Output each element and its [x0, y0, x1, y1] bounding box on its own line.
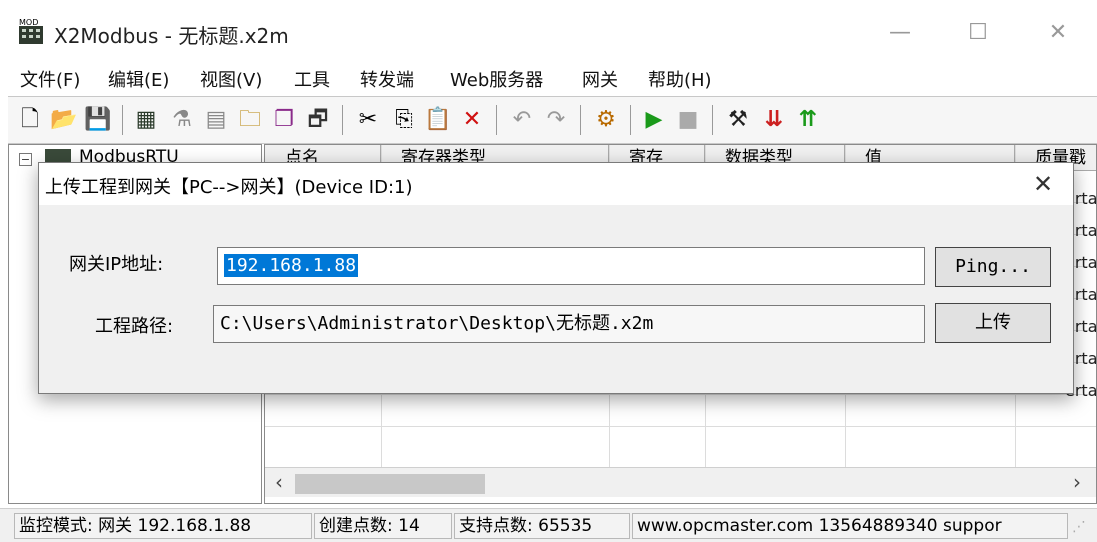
monitor-icon[interactable]: ⚙	[592, 105, 620, 135]
grid-row-line	[265, 394, 1096, 395]
menu-file[interactable]: 文件(F)	[20, 66, 80, 92]
load-icon[interactable]: ⇊	[760, 105, 788, 135]
toolbar-separator	[342, 105, 343, 135]
menu-view[interactable]: 视图(V)	[200, 66, 262, 92]
tools-icon[interactable]: ⚒	[724, 105, 752, 135]
resize-grip-icon[interactable]: ⋰	[1072, 519, 1092, 539]
properties-icon[interactable]: 🗗	[304, 105, 332, 135]
close-button[interactable]: ✕	[1043, 18, 1073, 48]
save-icon[interactable]: 💾	[84, 105, 112, 135]
menu-forwarder[interactable]: 转发端	[360, 66, 414, 92]
minimize-button[interactable]: —	[885, 18, 915, 48]
horizontal-scrollbar[interactable]: ‹ ›	[265, 467, 1096, 497]
menu-web-server[interactable]: Web服务器	[450, 66, 543, 92]
title-bar: MOD X2Modbus - 无标题.x2m — ☐ ✕	[0, 0, 1097, 64]
scroll-left-icon[interactable]: ‹	[275, 470, 283, 494]
project-path-input[interactable]: C:\Users\Administrator\Desktop\无标题.x2m	[213, 305, 925, 343]
project-path-label: 工程路径:	[95, 316, 174, 337]
toolbar-separator	[712, 105, 713, 135]
status-contact: www.opcmaster.com 13564889340 suppor	[632, 513, 1068, 539]
status-bar: 监控模式: 网关 192.168.1.88 创建点数: 14 支持点数: 655…	[0, 508, 1097, 542]
ping-button[interactable]: Ping...	[935, 247, 1051, 287]
undo-icon[interactable]: ↶	[508, 105, 536, 135]
cut-icon[interactable]: ✂	[354, 105, 382, 135]
menu-help[interactable]: 帮助(H)	[648, 66, 712, 92]
gateway-ip-label: 网关IP地址:	[69, 254, 164, 275]
paste-icon[interactable]: 📋	[424, 105, 452, 135]
maximize-button[interactable]: ☐	[963, 18, 993, 48]
new-icon[interactable]: 🗋	[16, 105, 44, 135]
upload-button[interactable]: 上传	[935, 303, 1051, 343]
menu-bar: 文件(F) 编辑(E) 视图(V) 工具 转发端 Web服务器 网关 帮助(H)	[0, 64, 1097, 94]
toolbar: 🗋 📂 💾 ▦ ⚗ ▤ 🗀 ❐ 🗗 ✂ ⎘ 📋 ✕ ↶ ↷ ⚙ ▶ ■ ⚒ ⇊ …	[8, 96, 1097, 144]
upload-dialog: 上传工程到网关【PC-->网关】(Device ID:1) ✕ 网关IP地址: …	[38, 162, 1074, 394]
open-icon[interactable]: 📂	[50, 105, 78, 135]
status-supported-points: 支持点数: 65535	[454, 513, 630, 539]
toolbar-separator	[580, 105, 581, 135]
menu-tools[interactable]: 工具	[294, 66, 330, 92]
copy-icon[interactable]: ⎘	[390, 105, 418, 135]
gateway-ip-input[interactable]: 192.168.1.88	[217, 247, 925, 285]
scroll-right-icon[interactable]: ›	[1073, 470, 1081, 494]
tree-expander-icon[interactable]: −	[19, 153, 32, 166]
menu-gateway[interactable]: 网关	[582, 66, 618, 92]
run-icon[interactable]: ▶	[640, 105, 668, 135]
upload-icon[interactable]: ⇈	[794, 105, 822, 135]
toolbar-separator	[122, 105, 123, 135]
device-icon[interactable]: ▦	[132, 105, 160, 135]
grid-row-line	[265, 426, 1096, 427]
svg-text:MOD: MOD	[19, 18, 38, 27]
scrollbar-thumb[interactable]	[295, 474, 485, 494]
window-title: X2Modbus - 无标题.x2m	[54, 24, 289, 48]
toolbar-separator	[496, 105, 497, 135]
stop-icon[interactable]: ■	[674, 105, 702, 135]
gateway-ip-value: 192.168.1.88	[224, 254, 359, 277]
redo-icon[interactable]: ↷	[542, 105, 570, 135]
tag-icon[interactable]: ⚗	[168, 105, 196, 135]
delete-icon[interactable]: ✕	[458, 105, 486, 135]
dialog-title: 上传工程到网关【PC-->网关】(Device ID:1)	[45, 177, 413, 198]
menu-edit[interactable]: 编辑(E)	[108, 66, 169, 92]
table-icon[interactable]: ▤	[202, 105, 230, 135]
status-created-points: 创建点数: 14	[314, 513, 452, 539]
dialog-close-icon[interactable]: ✕	[1029, 169, 1057, 199]
new-folder-icon[interactable]: 🗀	[236, 105, 264, 135]
batch-icon[interactable]: ❐	[270, 105, 298, 135]
dialog-title-bar: 上传工程到网关【PC-->网关】(Device ID:1) ✕	[39, 163, 1073, 205]
toolbar-separator	[630, 105, 631, 135]
app-icon: MOD	[18, 17, 44, 45]
status-mode: 监控模式: 网关 192.168.1.88	[14, 513, 312, 539]
